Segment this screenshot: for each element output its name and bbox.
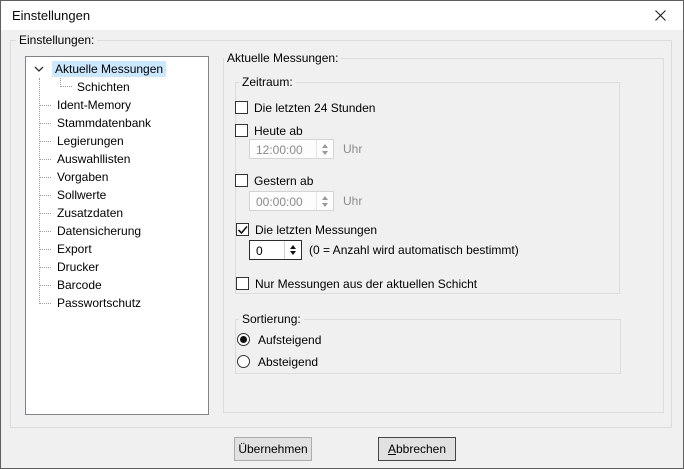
uhr-label: Uhr xyxy=(343,194,362,208)
apply-button[interactable]: Übernehmen xyxy=(234,437,312,461)
window-title: Einstellungen xyxy=(12,1,90,30)
tree-item-label[interactable]: Passwortschutz xyxy=(54,295,144,311)
spin-up-icon[interactable] xyxy=(290,245,296,249)
radio-aufsteigend[interactable]: Aufsteigend xyxy=(237,332,321,347)
tree-item-label[interactable]: Zusatzdaten xyxy=(54,205,126,221)
tree-item-label[interactable]: Datensicherung xyxy=(54,223,144,239)
tree-item-label[interactable]: Sollwerte xyxy=(54,187,109,203)
tree-item-label[interactable]: Auswahllisten xyxy=(54,151,133,167)
sortierung-groupbox-label: Sortierung: xyxy=(239,312,304,326)
aktuelle-messungen-groupbox-label: Aktuelle Messungen: xyxy=(224,51,341,65)
tree-item-stammdatenbank[interactable]: Stammdatenbank xyxy=(26,114,208,132)
tree-item-datensicherung[interactable]: Datensicherung xyxy=(26,222,208,240)
gestern-time-spinner: 00:00:00 xyxy=(249,191,334,211)
settings-dialog: Einstellungen Einstellungen: Aktuelle Me… xyxy=(0,0,684,469)
radio-dot-icon xyxy=(240,336,247,343)
apply-button-label: Übernehmen xyxy=(235,438,311,460)
tree-item-export[interactable]: Export xyxy=(26,240,208,258)
chevron-down-icon[interactable] xyxy=(34,66,44,72)
cancel-button-label: Abbrechen xyxy=(379,438,455,460)
check-icon xyxy=(237,224,248,235)
tree-item-label[interactable]: Stammdatenbank xyxy=(54,115,154,131)
checkbox-die-letzten-messungen[interactable]: Die letzten Messungen xyxy=(236,222,377,237)
tree-item-passwortschutz[interactable]: Passwortschutz xyxy=(26,294,208,312)
checkbox-box[interactable] xyxy=(236,277,249,290)
gestern-time-spin-buttons xyxy=(316,192,333,210)
tree-item-label[interactable]: Ident-Memory xyxy=(54,97,134,113)
heute-time-value: 12:00:00 xyxy=(250,140,316,158)
tree-item-label[interactable]: Drucker xyxy=(54,259,102,275)
checkbox-box[interactable] xyxy=(235,174,248,187)
checkbox-box[interactable] xyxy=(235,101,248,114)
spin-up-icon xyxy=(322,144,328,148)
tree-item-label[interactable]: Export xyxy=(54,241,95,257)
spin-up-icon xyxy=(322,196,328,200)
radio-absteigend[interactable]: Absteigend xyxy=(237,354,318,369)
gestern-time-value: 00:00:00 xyxy=(250,192,316,210)
spin-down-icon xyxy=(322,203,328,207)
heute-time-spinner: 12:00:00 xyxy=(249,139,334,159)
checkbox-label[interactable]: Die letzten Messungen xyxy=(255,223,377,237)
anzahl-value[interactable]: 0 xyxy=(250,241,284,259)
titlebar: Einstellungen xyxy=(1,1,683,30)
close-button[interactable] xyxy=(638,1,683,30)
tree-item-label[interactable]: Legierungen xyxy=(54,133,127,149)
gestern-time-row: 00:00:00 Uhr xyxy=(249,191,362,211)
tree-item-schichten[interactable]: Schichten xyxy=(26,78,208,96)
checkbox-heute-ab[interactable]: Heute ab xyxy=(235,123,303,138)
settings-tree[interactable]: Aktuelle Messungen Schichten Ident-Memor… xyxy=(25,56,209,415)
tree-item-zusatzdaten[interactable]: Zusatzdaten xyxy=(26,204,208,222)
anzahl-row: 0 (0 = Anzahl wird automatisch bestimmt) xyxy=(249,240,519,260)
checkbox-nur-messungen-aktuelle-schicht[interactable]: Nur Messungen aus der aktuellen Schicht xyxy=(236,276,477,291)
cancel-button[interactable]: Abbrechen xyxy=(378,437,456,461)
uhr-label: Uhr xyxy=(343,142,362,156)
checkbox-label[interactable]: Heute ab xyxy=(254,124,303,138)
spin-down-icon xyxy=(322,151,328,155)
checkbox-box[interactable] xyxy=(235,124,248,137)
close-icon xyxy=(655,10,666,21)
radio-button-selected[interactable] xyxy=(237,333,250,346)
tree-item-ident-memory[interactable]: Ident-Memory xyxy=(26,96,208,114)
checkbox-box-checked[interactable] xyxy=(236,223,249,236)
radio-label[interactable]: Absteigend xyxy=(258,355,318,369)
spin-down-icon[interactable] xyxy=(290,251,296,255)
checkbox-die-letzten-24-stunden[interactable]: Die letzten 24 Stunden xyxy=(235,100,375,115)
checkbox-label[interactable]: Nur Messungen aus der aktuellen Schicht xyxy=(255,277,477,291)
anzahl-spinner[interactable]: 0 xyxy=(249,240,302,260)
tree-item-auswahllisten[interactable]: Auswahllisten xyxy=(26,150,208,168)
tree-item-aktuelle-messungen[interactable]: Aktuelle Messungen xyxy=(26,60,208,78)
heute-time-row: 12:00:00 Uhr xyxy=(249,139,362,159)
tree-item-barcode[interactable]: Barcode xyxy=(26,276,208,294)
zeitraum-groupbox-label: Zeitraum: xyxy=(239,75,296,89)
checkbox-label[interactable]: Gestern ab xyxy=(254,174,313,188)
tree-item-label[interactable]: Vorgaben xyxy=(54,169,111,185)
anzahl-spin-buttons[interactable] xyxy=(284,241,301,259)
checkbox-gestern-ab[interactable]: Gestern ab xyxy=(235,173,313,188)
tree-item-legierungen[interactable]: Legierungen xyxy=(26,132,208,150)
tree-item-sollwerte[interactable]: Sollwerte xyxy=(26,186,208,204)
heute-time-spin-buttons xyxy=(316,140,333,158)
tree-item-drucker[interactable]: Drucker xyxy=(26,258,208,276)
tree-item-label[interactable]: Schichten xyxy=(74,79,133,95)
anzahl-hint: (0 = Anzahl wird automatisch bestimmt) xyxy=(309,243,519,257)
radio-label[interactable]: Aufsteigend xyxy=(258,333,321,347)
settings-groupbox-label: Einstellungen: xyxy=(16,33,97,47)
radio-button[interactable] xyxy=(237,355,250,368)
tree-item-label[interactable]: Aktuelle Messungen xyxy=(52,61,166,77)
checkbox-label[interactable]: Die letzten 24 Stunden xyxy=(254,101,375,115)
tree-item-label[interactable]: Barcode xyxy=(54,277,105,293)
tree-item-vorgaben[interactable]: Vorgaben xyxy=(26,168,208,186)
